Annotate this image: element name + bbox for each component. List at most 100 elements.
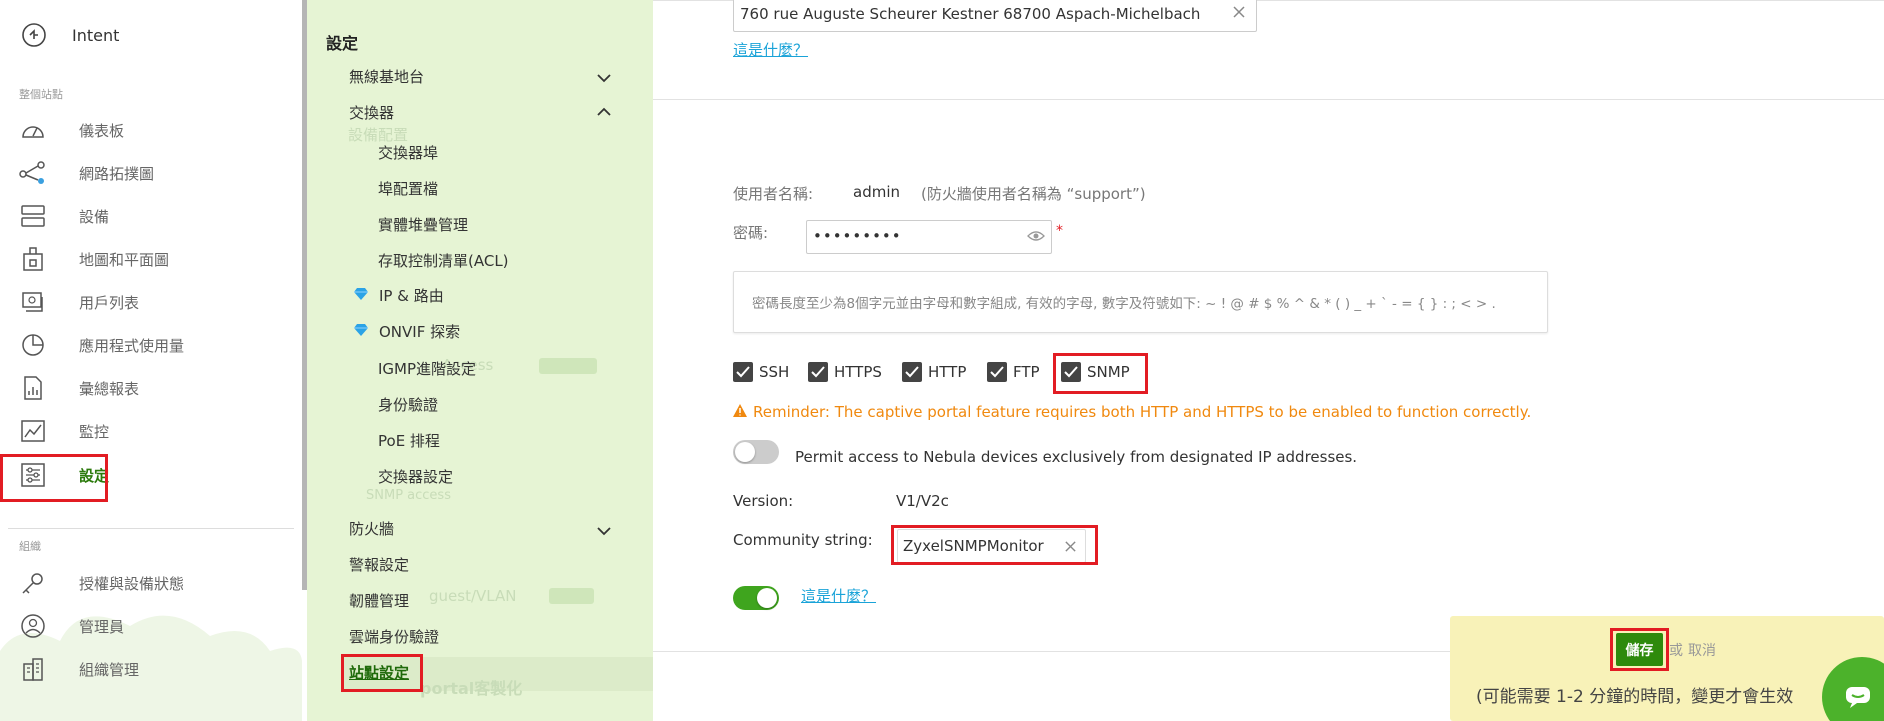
submenu-ip-routing[interactable]: IP & 路由 — [353, 285, 444, 306]
username-note: (防火牆使用者名稱為 “support”) — [921, 185, 1146, 203]
submenu-switch[interactable]: 交換器 — [349, 102, 394, 123]
ghost-text: guest/VLAN — [429, 587, 517, 605]
ssh-checkbox[interactable] — [733, 362, 753, 382]
address-field[interactable]: 760 rue Auguste Scheurer Kestner 68700 A… — [733, 0, 1257, 32]
nav-intent[interactable]: Intent — [20, 18, 119, 52]
submenu-poe-schedule[interactable]: PoE 排程 — [378, 430, 440, 451]
password-label: 密碼: — [733, 224, 769, 242]
whats-this-link[interactable]: 這是什麼？ — [801, 585, 876, 606]
warning-icon — [733, 403, 747, 421]
nav-label: 授權與設備狀態 — [79, 574, 185, 593]
nav-item-app-usage[interactable]: 應用程式使用量 — [19, 328, 289, 362]
submenu-auth[interactable]: 身份驗證 — [378, 394, 438, 415]
client-list-icon — [19, 288, 47, 316]
ghost-badge — [539, 358, 597, 374]
submenu-switch-settings[interactable]: 交換器設定 — [378, 466, 453, 487]
whats-this-link[interactable]: 這是什麼？ — [733, 39, 808, 60]
nav-label: 應用程式使用量 — [79, 336, 185, 355]
divider — [653, 651, 1450, 652]
submenu-label: 交換器 — [349, 104, 395, 122]
devices-icon — [19, 202, 47, 230]
chevron-down-icon[interactable] — [597, 524, 611, 538]
submenu-label: IGMP進階設定 — [378, 360, 477, 378]
password-field[interactable]: ••••••••• — [806, 220, 1052, 254]
password-hint-box: 密碼長度至少為8個字元並由字母和數字組成, 有效的字母, 數字及符號如下: ~ … — [733, 271, 1548, 333]
nav-item-dashboard[interactable]: 儀表板 — [19, 113, 289, 147]
highlight-snmp — [1053, 353, 1148, 394]
submenu-label: 交換器設定 — [378, 468, 454, 486]
nav-divider — [8, 528, 294, 529]
submenu-wireless[interactable]: 無線基地台 — [349, 66, 424, 87]
dashboard-icon — [19, 116, 47, 144]
password-value: ••••••••• — [813, 227, 902, 245]
save-note: (可能需要 1-2 分鐘的時間，變更才會生效 — [1476, 687, 1794, 707]
clear-icon[interactable] — [1232, 5, 1246, 23]
submenu-firewall[interactable]: 防火牆 — [349, 518, 394, 539]
nav-item-org-manage[interactable]: 組織管理 — [19, 652, 289, 686]
submenu-label: 防火牆 — [349, 520, 395, 538]
http-label: HTTP — [928, 363, 967, 381]
nav-item-reports[interactable]: 彙總報表 — [19, 371, 289, 405]
username-label: 使用者名稱: — [733, 185, 814, 203]
submenu-acl[interactable]: 存取控制清單(ACL) — [378, 250, 509, 271]
diamond-icon — [353, 287, 369, 305]
nav-item-topology[interactable]: 網路拓撲圖 — [19, 156, 289, 190]
permit-label: Permit access to Nebula devices exclusiv… — [795, 448, 1358, 466]
submenu-label: 實體堆疊管理 — [378, 216, 469, 234]
topology-icon — [19, 159, 47, 187]
reminder-text: Reminder: The captive portal feature req… — [753, 403, 1532, 421]
submenu-label: PoE 排程 — [378, 432, 440, 450]
version-value: V1/V2c — [896, 492, 949, 510]
submenu-label: 無線基地台 — [349, 68, 425, 86]
cloud-decoration — [0, 615, 302, 721]
submenu-cloud-auth[interactable]: 雲端身份驗證 — [349, 626, 439, 647]
highlight-settings-nav — [0, 454, 108, 502]
left-navigation: Intent 整個站點 儀表板 網路拓撲圖 設備 地圖和平面圖 用戶列表 應用程… — [0, 0, 302, 721]
submenu-label: 韌體管理 — [349, 592, 410, 610]
submenu-onvif[interactable]: ONVIF 探索 — [353, 321, 460, 342]
version-label: Version: — [733, 492, 794, 510]
nav-item-license[interactable]: 授權與設備狀態 — [19, 566, 289, 600]
password-hint: 密碼長度至少為8個字元並由字母和數字組成, 有效的字母, 數字及符號如下: ~ … — [752, 296, 1496, 312]
cancel-link[interactable]: 取消 — [1688, 640, 1716, 660]
eye-icon[interactable] — [1027, 229, 1045, 247]
username-value: admin — [853, 183, 900, 201]
nav-intent-label: Intent — [72, 25, 120, 45]
pie-chart-icon — [19, 331, 47, 359]
https-checkbox[interactable] — [808, 362, 828, 382]
submenu-firmware[interactable]: 韌體管理 — [349, 590, 409, 611]
submenu-port-profiles[interactable]: 埠配置檔 — [378, 178, 438, 199]
submenu-title: 設定 — [326, 34, 359, 53]
highlight-save — [1610, 628, 1669, 671]
nav-label: 網路拓撲圖 — [79, 164, 155, 183]
submenu-alerts[interactable]: 警報設定 — [349, 554, 409, 575]
submenu-label: 存取控制清單(ACL) — [378, 252, 509, 270]
chevron-down-icon[interactable] — [597, 71, 611, 85]
report-icon — [19, 374, 47, 402]
submenu-label: ONVIF 探索 — [379, 323, 461, 341]
address-value: 760 rue Auguste Scheurer Kestner 68700 A… — [740, 5, 1201, 23]
nav-label: 組織管理 — [79, 660, 140, 679]
ghost-badge — [549, 588, 594, 604]
permit-toggle[interactable] — [733, 440, 779, 464]
submenu-switch-ports[interactable]: 交換器埠 — [378, 142, 438, 163]
ssh-label: SSH — [759, 363, 790, 381]
http-checkbox[interactable] — [902, 362, 922, 382]
diamond-icon — [353, 323, 369, 341]
submenu-label: 警報設定 — [349, 556, 410, 574]
https-label: HTTPS — [834, 363, 882, 381]
nav-item-clients[interactable]: 用戶列表 — [19, 285, 289, 319]
snmp-enable-toggle[interactable] — [733, 586, 779, 610]
submenu-igmp[interactable]: IGMP進階設定 — [378, 358, 476, 379]
nav-label: 監控 — [79, 422, 110, 441]
nav-item-admins[interactable]: 管理員 — [19, 609, 289, 643]
building-icon — [19, 655, 47, 683]
submenu-label: 身份驗證 — [378, 396, 439, 414]
ftp-checkbox[interactable] — [987, 362, 1007, 382]
submenu-stacking[interactable]: 實體堆疊管理 — [378, 214, 468, 235]
nav-item-monitor[interactable]: 監控 — [19, 414, 289, 448]
settings-submenu: 設備配置 Access SNMP access guest/VLAN porta… — [307, 0, 653, 721]
nav-item-maps[interactable]: 地圖和平面圖 — [19, 242, 289, 276]
chevron-up-icon[interactable] — [597, 104, 611, 118]
nav-item-devices[interactable]: 設備 — [19, 199, 289, 233]
